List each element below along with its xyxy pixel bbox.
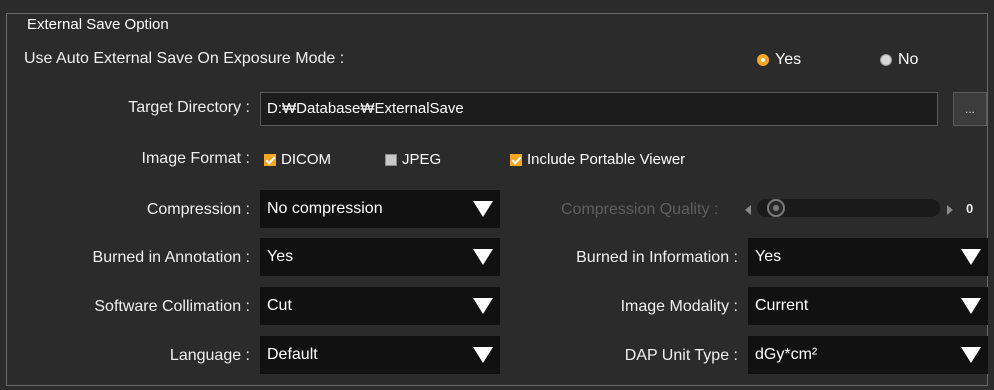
language-label: Language : [169, 347, 250, 364]
language-value: Default [267, 346, 318, 363]
target-directory-label: Target Directory : [128, 99, 250, 116]
image-modality-value: Current [755, 297, 809, 314]
dicom-checkbox[interactable]: DICOM [264, 151, 331, 168]
dap-unit-type-label: DAP Unit Type : [624, 347, 738, 364]
software-collimation-label: Software Collimation : [94, 298, 250, 315]
compression-label: Compression : [146, 201, 250, 218]
group-title: External Save Option [23, 16, 173, 33]
chevron-down-icon [466, 287, 500, 325]
jpeg-checkbox[interactable]: JPEG [385, 151, 441, 168]
dicom-label: DICOM [281, 151, 331, 168]
chevron-down-icon [954, 336, 988, 374]
compression-quality-value: 0 [966, 201, 974, 216]
chevron-down-icon [466, 336, 500, 374]
auto-save-yes-label: Yes [775, 51, 802, 68]
slider-decrease-icon[interactable] [745, 205, 751, 215]
dap-unit-type-value: dGy*cm² [755, 346, 818, 363]
checkbox-checked-icon [264, 153, 276, 166]
burned-in-annotation-value: Yes [267, 248, 294, 265]
include-portable-viewer-label: Include Portable Viewer [527, 151, 686, 168]
compression-value: No compression [267, 200, 383, 217]
dap-unit-type-select[interactable]: dGy*cm² [748, 336, 988, 374]
slider-thumb[interactable] [767, 199, 785, 217]
chevron-down-icon [954, 238, 988, 276]
compression-select[interactable]: No compression [260, 190, 500, 228]
auto-save-no-radio[interactable]: No [880, 51, 918, 69]
slider-increase-icon[interactable] [947, 205, 953, 215]
burned-in-information-label: Burned in Information : [576, 249, 738, 266]
burned-in-information-value: Yes [755, 248, 782, 265]
image-modality-label: Image Modality : [620, 298, 738, 315]
chevron-down-icon [466, 238, 500, 276]
jpeg-label: JPEG [402, 151, 442, 168]
burned-in-annotation-select[interactable]: Yes [260, 238, 500, 276]
radio-selected-icon [757, 54, 769, 66]
software-collimation-value: Cut [267, 297, 292, 314]
checkbox-checked-icon [510, 153, 522, 166]
image-format-label: Image Format : [141, 150, 250, 167]
image-modality-select[interactable]: Current [748, 287, 988, 325]
browse-button[interactable]: ... [953, 92, 987, 126]
include-portable-viewer-checkbox[interactable]: Include Portable Viewer [510, 151, 685, 168]
target-directory-input[interactable]: D:₩Database₩ExternalSave [260, 92, 938, 126]
chevron-down-icon [466, 190, 500, 228]
chevron-down-icon [954, 287, 988, 325]
software-collimation-select[interactable]: Cut [260, 287, 500, 325]
checkbox-unchecked-icon [385, 153, 397, 166]
compression-quality-label: Compression Quality : [561, 201, 719, 218]
language-select[interactable]: Default [260, 336, 500, 374]
radio-unselected-icon [880, 54, 892, 66]
burned-in-annotation-label: Burned in Annotation : [92, 249, 250, 266]
auto-save-yes-radio[interactable]: Yes [757, 51, 801, 69]
auto-save-no-label: No [898, 51, 919, 68]
auto-save-label: Use Auto External Save On Exposure Mode … [24, 50, 345, 67]
burned-in-information-select[interactable]: Yes [748, 238, 988, 276]
